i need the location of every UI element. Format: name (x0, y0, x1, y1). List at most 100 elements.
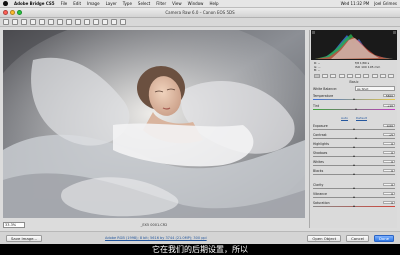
tint-label: Tint (313, 104, 320, 108)
tab-snapshots-icon[interactable] (387, 74, 394, 78)
color-sampler-tool-icon[interactable] (30, 19, 36, 25)
menu-app-name[interactable]: Adobe Bridge CS5 (14, 1, 55, 6)
saturation-slider-row: Saturation 0 (313, 200, 395, 209)
open-object-button[interactable]: Open Object (307, 234, 342, 242)
bottom-action-bar: Save Image... Adobe RGB (1998); 8 bit; 5… (0, 231, 400, 244)
window-titlebar: Camera Raw 6.0 – Canon EOS 5DS (0, 8, 400, 18)
shadows-label: Shadows (313, 151, 328, 155)
tint-thumb[interactable] (354, 107, 357, 110)
rotate-left-icon[interactable] (111, 19, 117, 25)
exposure-label: Exposure (313, 124, 328, 128)
menu-bar: Adobe Bridge CS5 File Edit Image Layer T… (0, 0, 400, 8)
temperature-thumb[interactable] (352, 97, 355, 100)
tab-basic-icon[interactable] (314, 74, 320, 78)
menu-select[interactable]: Select (138, 1, 150, 6)
tab-tone-curve-icon[interactable] (322, 74, 329, 78)
contrast-thumb[interactable] (354, 136, 357, 139)
panel-tabs (311, 74, 397, 79)
apple-icon[interactable] (3, 1, 8, 6)
whites-value[interactable]: 0 (383, 159, 395, 164)
adjustment-brush-icon[interactable] (84, 19, 90, 25)
preview-footer: 33.3% _EX5 0001.CR2 (3, 221, 305, 228)
contrast-label: Contrast (313, 133, 327, 137)
adjustment-panel: R: -- G: -- B: -- f/8 1/80 s ISO 100 105… (309, 30, 397, 228)
readout-b: B: -- (314, 68, 321, 72)
cancel-button[interactable]: Cancel (346, 234, 369, 242)
auto-link[interactable]: Auto (341, 116, 348, 121)
blacks-value[interactable]: 0 (383, 168, 395, 173)
saturation-thumb[interactable] (352, 204, 355, 207)
save-image-button[interactable]: Save Image... (6, 234, 43, 242)
exposure-slider-row: Exposure 0.00 (313, 123, 395, 132)
clarity-thumb[interactable] (352, 186, 355, 189)
menu-filter[interactable]: Filter (156, 1, 166, 6)
white-balance-label: White Balance: (313, 86, 338, 91)
tab-detail-icon[interactable] (330, 74, 337, 78)
tab-camera-calibration-icon[interactable] (371, 74, 378, 78)
tab-presets-icon[interactable] (379, 74, 386, 78)
image-preview[interactable] (3, 30, 305, 218)
graduated-filter-icon[interactable] (93, 19, 99, 25)
shadows-slider-row: Shadows 0 (313, 150, 395, 159)
zoom-tool-icon[interactable] (3, 19, 9, 25)
tab-split-toning-icon[interactable] (346, 74, 353, 78)
tint-value[interactable]: +10 (383, 103, 395, 108)
spot-removal-tool-icon[interactable] (66, 19, 72, 25)
crop-tool-icon[interactable] (48, 19, 54, 25)
vibrance-value[interactable]: 0 (383, 191, 395, 196)
white-balance-select[interactable]: As Shot (355, 86, 395, 91)
workflow-options-link[interactable]: Adobe RGB (1998); 8 bit; 5616 by 3744 (2… (105, 236, 207, 240)
menu-view[interactable]: View (172, 1, 182, 6)
hand-tool-icon[interactable] (12, 19, 18, 25)
readout-extra (355, 69, 395, 73)
red-eye-tool-icon[interactable] (75, 19, 81, 25)
white-balance-tool-icon[interactable] (21, 19, 27, 25)
highlights-thumb[interactable] (352, 145, 355, 148)
tab-effects-icon[interactable] (363, 74, 370, 78)
exposure-value[interactable]: 0.00 (383, 123, 395, 128)
highlights-slider-row: Highlights 0 (313, 141, 395, 150)
menu-help[interactable]: Help (209, 1, 218, 6)
menu-layer[interactable]: Layer (106, 1, 117, 6)
menu-edit[interactable]: Edit (73, 1, 81, 6)
blacks-thumb[interactable] (352, 172, 355, 175)
menu-clock[interactable]: Wed 11:32 PM (341, 1, 370, 6)
window-title: Camera Raw 6.0 – Canon EOS 5DS (165, 10, 235, 15)
tab-hsl-icon[interactable] (338, 74, 345, 78)
menu-file[interactable]: File (61, 1, 68, 6)
highlight-clipping-icon[interactable] (393, 31, 396, 34)
exposure-thumb[interactable] (352, 127, 355, 130)
shadows-value[interactable]: 0 (383, 150, 395, 155)
blacks-label: Blacks (313, 169, 324, 173)
tab-lens-icon[interactable] (355, 74, 362, 78)
temperature-value[interactable]: 5500 (383, 93, 395, 98)
shadows-thumb[interactable] (352, 154, 355, 157)
clarity-label: Clarity (313, 183, 324, 187)
saturation-value[interactable]: 0 (383, 200, 395, 205)
saturation-label: Saturation (313, 201, 330, 205)
panel-section-title: Basic (349, 80, 359, 84)
highlights-value[interactable]: 0 (383, 141, 395, 146)
vibrance-thumb[interactable] (352, 195, 355, 198)
target-adjust-tool-icon[interactable] (39, 19, 45, 25)
image-filename: _EX5 0001.CR2 (140, 222, 168, 227)
rotate-right-icon[interactable] (120, 19, 126, 25)
default-link[interactable]: Default (356, 116, 367, 121)
clarity-value[interactable]: 0 (383, 182, 395, 187)
whites-thumb[interactable] (352, 163, 355, 166)
menu-user[interactable]: Joel Grimes (374, 1, 397, 6)
temperature-slider-row: Temperature 5500 (313, 93, 395, 102)
whites-slider-row: Whites 0 (313, 159, 395, 168)
whites-label: Whites (313, 160, 324, 164)
menu-type[interactable]: Type (123, 1, 132, 6)
preferences-icon[interactable] (102, 19, 108, 25)
shadow-clipping-icon[interactable] (312, 31, 315, 34)
clarity-slider-row: Clarity 0 (313, 182, 395, 191)
done-button[interactable]: Done (374, 234, 394, 242)
menu-image[interactable]: Image (87, 1, 100, 6)
menu-window[interactable]: Window (188, 1, 204, 6)
camera-raw-window: Camera Raw 6.0 – Canon EOS 5DS 33.3% _EX… (0, 8, 400, 244)
straighten-tool-icon[interactable] (57, 19, 63, 25)
video-subtitle: 它在我们的后期设置，所以 (0, 244, 400, 255)
contrast-value[interactable]: +5 (383, 132, 395, 137)
